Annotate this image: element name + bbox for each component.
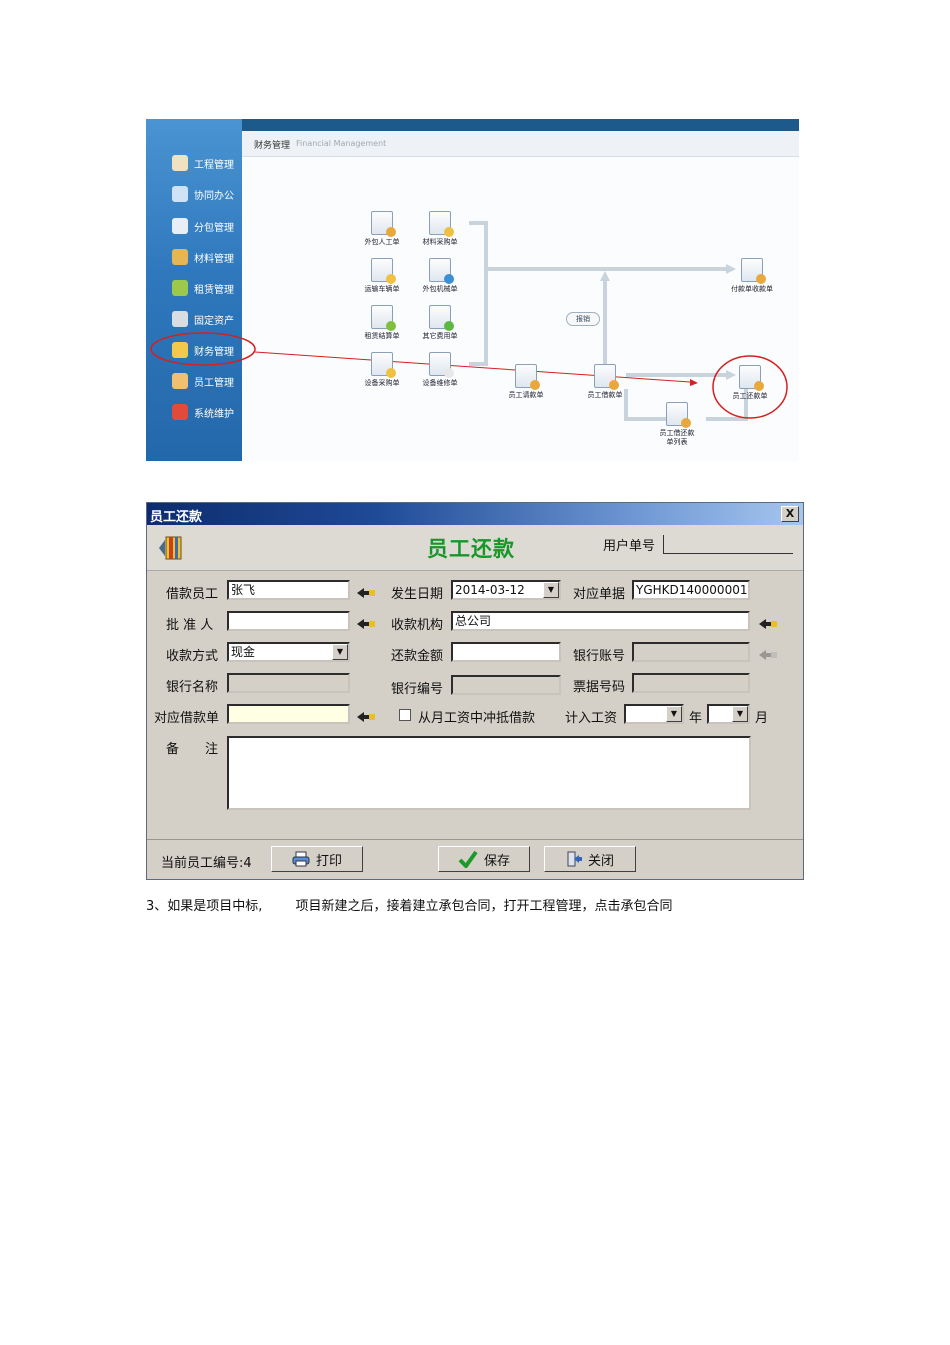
amount-field[interactable]	[451, 642, 561, 662]
title-bar[interactable]: 员工还款 X	[147, 503, 803, 525]
approver-field[interactable]	[227, 611, 350, 631]
flow-node-staff-request[interactable]: 员工请款单	[498, 364, 554, 400]
bill-no-field	[632, 673, 750, 693]
amount-label: 还款金额	[391, 649, 444, 664]
equipment-icon	[371, 352, 396, 378]
remarks-textarea[interactable]	[227, 736, 751, 810]
bank-account-field	[632, 642, 750, 662]
dialog-heading: 员工还款	[427, 537, 515, 561]
date-picker[interactable]: 2014-03-12 ▼	[451, 580, 561, 600]
salary-label: 计入工资	[565, 711, 618, 726]
truck-icon	[371, 258, 396, 284]
method-label: 收款方式	[166, 649, 219, 664]
hand-pointer-icon[interactable]	[357, 618, 375, 630]
finance-module-screenshot: 工程管理 协同办公 分包管理 材料管理 租赁管理 固定资产 财务管理 员工管理	[146, 119, 799, 461]
bank-name-label: 银行名称	[166, 680, 219, 695]
bank-no-field	[451, 675, 561, 695]
salary-year-select[interactable]: ▼	[624, 704, 684, 724]
bill-no-label: 票据号码	[573, 680, 626, 695]
borrower-label: 借款员工	[166, 587, 219, 602]
hand-pointer-icon	[759, 650, 777, 660]
date-label: 发生日期	[391, 587, 444, 602]
chevron-down-icon[interactable]: ▼	[666, 706, 682, 722]
spreadsheet-icon	[371, 305, 396, 331]
save-button[interactable]: 保存	[438, 846, 530, 872]
list-icon	[666, 402, 691, 428]
save-label: 保存	[483, 853, 510, 869]
door-exit-logo-icon	[159, 536, 182, 560]
date-value: 2014-03-12	[455, 583, 525, 597]
hand-pointer-icon[interactable]	[759, 618, 777, 630]
flow-node-outsourced-labor[interactable]: 外包人工单	[354, 211, 410, 247]
salary-month-select[interactable]: ▼	[707, 704, 750, 724]
method-value: 现金	[231, 645, 256, 659]
chevron-down-icon[interactable]: ▼	[543, 582, 559, 598]
ref-doc-label: 对应单据	[573, 587, 626, 602]
window-title: 员工还款	[150, 510, 203, 525]
printer-icon	[292, 851, 310, 867]
repair-icon	[429, 352, 454, 378]
machine-icon	[429, 258, 454, 284]
remarks-label-1: 备	[166, 742, 180, 757]
checkmark-icon	[458, 850, 478, 868]
instruction-caption: 3、如果是项目中标, 项目新建之后，接着建立承包合同，打开工程管理，点击承包合同	[146, 899, 673, 914]
loan-document-icon	[594, 364, 619, 390]
flow-node-transport[interactable]: 运输车辆单	[354, 258, 410, 294]
close-label: 关闭	[587, 853, 614, 869]
month-label: 月	[755, 711, 769, 726]
bank-name-field	[227, 673, 350, 693]
flow-node-staff-repayment[interactable]: 员工还款单	[722, 365, 778, 401]
flow-node-staff-loan[interactable]: 员工借款单	[577, 364, 633, 400]
bank-no-label: 银行编号	[391, 682, 444, 697]
pointer-arrow-head	[690, 379, 698, 386]
footer-divider	[147, 839, 803, 840]
reimburse-tag[interactable]: 报销	[566, 312, 600, 326]
close-window-button[interactable]: X	[781, 506, 799, 522]
bank-account-label: 银行账号	[573, 649, 626, 664]
document-icon	[429, 211, 454, 237]
chevron-down-icon[interactable]: ▼	[732, 706, 748, 722]
calculator-icon	[515, 364, 540, 390]
finance-highlight-circle	[150, 332, 256, 366]
borrower-field[interactable]: 张飞	[227, 580, 350, 600]
deduct-label: 从月工资中冲抵借款	[418, 711, 536, 726]
remarks-label-2: 注	[205, 742, 219, 757]
chevron-down-icon[interactable]: ▼	[332, 644, 348, 660]
year-label: 年	[689, 711, 703, 726]
close-button[interactable]: 关闭	[544, 846, 636, 872]
payment-icon	[741, 258, 766, 284]
flow-node-outsourced-machine[interactable]: 外包机械单	[412, 258, 468, 294]
print-button[interactable]: 打印	[271, 846, 363, 872]
document-plus-icon	[429, 305, 454, 331]
flow-node-equipment-purchase[interactable]: 设备采购单	[354, 352, 410, 388]
flow-node-payment-receipt[interactable]: 付款单收款单	[724, 258, 780, 294]
deduct-checkbox[interactable]	[399, 709, 411, 721]
org-field[interactable]: 总公司	[451, 611, 750, 631]
flow-node-loan-repayment-list[interactable]: 员工借还款 单列表	[649, 402, 705, 447]
user-no-field[interactable]	[663, 535, 793, 554]
header-band: 员工还款 用户单号	[147, 525, 803, 571]
repayment-icon	[739, 365, 764, 391]
flow-node-equipment-repair[interactable]: 设备维修单	[412, 352, 468, 388]
print-label: 打印	[315, 853, 342, 869]
method-select[interactable]: 现金 ▼	[227, 642, 350, 662]
staff-repayment-dialog: 员工还款 X 员工还款 用户单号 借款员工 张飞 发生日期 2014-03-12…	[146, 502, 804, 880]
hand-pointer-icon[interactable]	[357, 711, 375, 723]
ref-doc-field[interactable]: YGHKD140000001	[632, 580, 750, 600]
loan-doc-label: 对应借款单	[154, 711, 220, 726]
flow-node-lease-settlement[interactable]: 租赁结算单	[354, 305, 410, 341]
flow-node-other-expense[interactable]: 其它费用单	[412, 305, 468, 341]
user-no-label: 用户单号	[603, 539, 656, 554]
loan-doc-field[interactable]	[227, 704, 350, 724]
org-label: 收款机构	[391, 618, 444, 633]
current-staff-label: 当前员工编号:4	[161, 856, 252, 871]
approver-label: 批 准 人	[166, 618, 214, 633]
flow-node-material-purchase[interactable]: 材料采购单	[412, 211, 468, 247]
hand-pointer-icon[interactable]	[357, 587, 375, 599]
clipboard-icon	[371, 211, 396, 237]
exit-door-icon	[567, 851, 582, 867]
